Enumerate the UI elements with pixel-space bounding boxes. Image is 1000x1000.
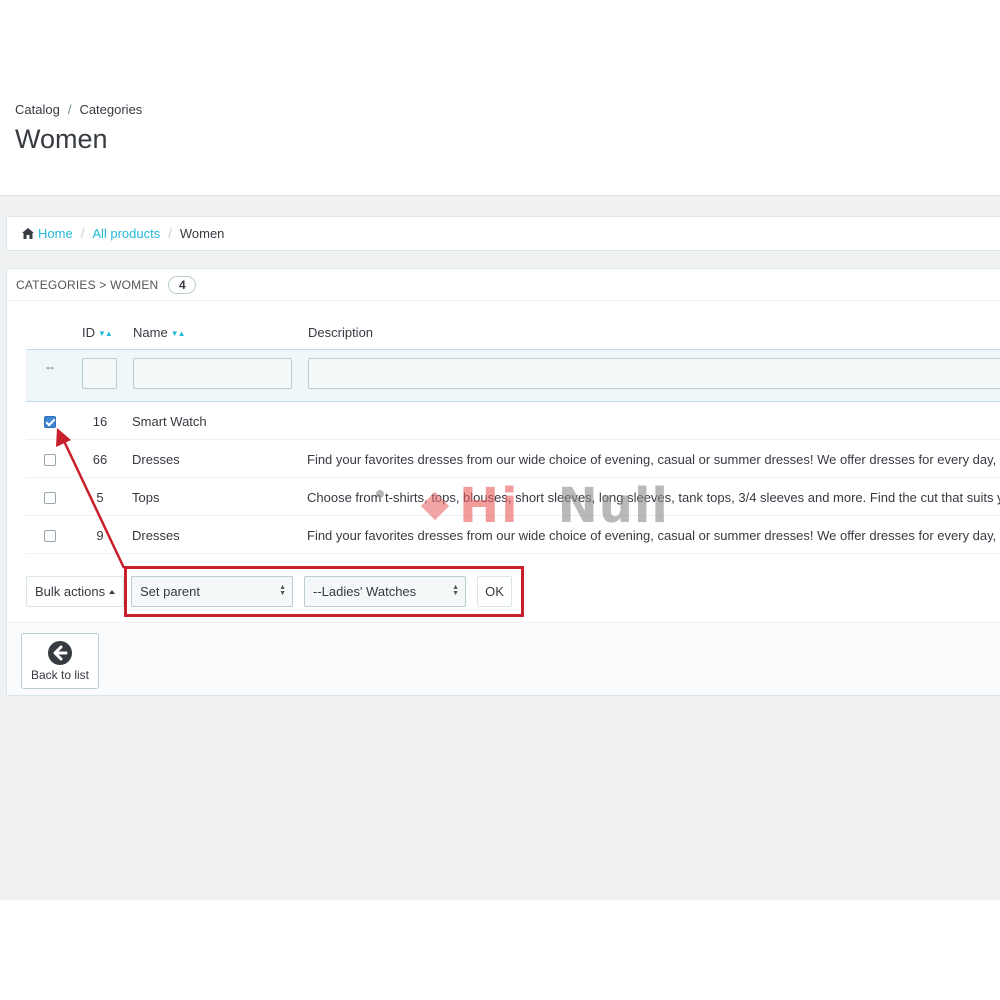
filter-bulk-placeholder: -- [46, 360, 54, 374]
bulk-actions-button[interactable]: Bulk actions [26, 576, 125, 607]
row-checkbox[interactable] [44, 530, 56, 542]
filter-row: -- [26, 349, 1000, 402]
table-row[interactable]: 66 Dresses Find your favorites dresses f… [26, 440, 1000, 478]
column-label-id: ID [82, 325, 95, 340]
breadcrumb-all-products-link[interactable]: All products [92, 226, 160, 241]
table-row[interactable]: 5 Tops Choose from t-shirts, tops, blous… [26, 478, 1000, 516]
back-to-list-label: Back to list [30, 667, 90, 682]
panel-footer [7, 622, 1000, 695]
page-title: Women [15, 124, 108, 154]
panel-title: CATEGORIES > WOMEN [16, 277, 159, 292]
row-id: 5 [96, 490, 104, 505]
column-header-id[interactable]: ID ▼▲ [82, 325, 113, 340]
breadcrumb-separator: / [67, 102, 72, 117]
count-badge: 4 [168, 275, 197, 294]
row-name: Dresses [132, 452, 180, 467]
column-header-name[interactable]: Name ▼▲ [133, 325, 186, 340]
filter-name-input[interactable] [133, 358, 292, 389]
back-to-list-button[interactable]: Back to list [21, 633, 99, 689]
row-description: Find your favorites dresses from our wid… [307, 528, 1000, 543]
row-name: Smart Watch [132, 414, 207, 429]
breadcrumb-separator: / [168, 226, 172, 241]
highlight-box [124, 566, 524, 617]
row-id: 16 [92, 414, 108, 429]
caret-up-icon [109, 589, 116, 594]
breadcrumb-catalog[interactable]: Catalog [15, 102, 60, 117]
table-row[interactable]: 16 Smart Watch [26, 402, 1000, 440]
column-label-name: Name [133, 325, 168, 340]
page-header: Catalog / Categories Women [0, 0, 1000, 196]
sort-arrows-icon[interactable]: ▼▲ [171, 329, 186, 338]
breadcrumb-home-link[interactable]: Home [38, 226, 73, 241]
row-id: 9 [96, 528, 104, 543]
arrow-left-circle-icon [48, 640, 72, 665]
breadcrumb-current: Women [179, 226, 225, 241]
home-icon [22, 228, 34, 239]
filter-id-input[interactable] [82, 358, 117, 389]
row-checkbox[interactable] [44, 492, 56, 504]
row-id: 66 [92, 452, 108, 467]
row-checkbox[interactable] [44, 454, 56, 466]
filter-description-input[interactable] [308, 358, 1000, 389]
row-checkbox[interactable] [44, 416, 56, 428]
breadcrumb-separator: / [80, 226, 85, 241]
header-breadcrumb: Catalog / Categories [15, 102, 142, 117]
panel-heading: CATEGORIES > WOMEN 4 [7, 269, 1000, 301]
table-row[interactable]: 9 Dresses Find your favorites dresses fr… [26, 516, 1000, 554]
sort-arrows-icon[interactable]: ▼▲ [98, 329, 113, 338]
breadcrumb-categories[interactable]: Categories [79, 102, 142, 117]
category-breadcrumb: Home / All products / Women [6, 216, 1000, 251]
row-description: Choose from t-shirts, tops, blouses, sho… [307, 490, 1000, 505]
row-description: Find your favorites dresses from our wid… [307, 452, 1000, 467]
bulk-actions-label: Bulk actions [35, 584, 106, 599]
column-label-description: Description [308, 325, 374, 340]
column-header-description: Description [308, 325, 373, 340]
row-name: Tops [132, 490, 160, 505]
row-name: Dresses [132, 528, 180, 543]
